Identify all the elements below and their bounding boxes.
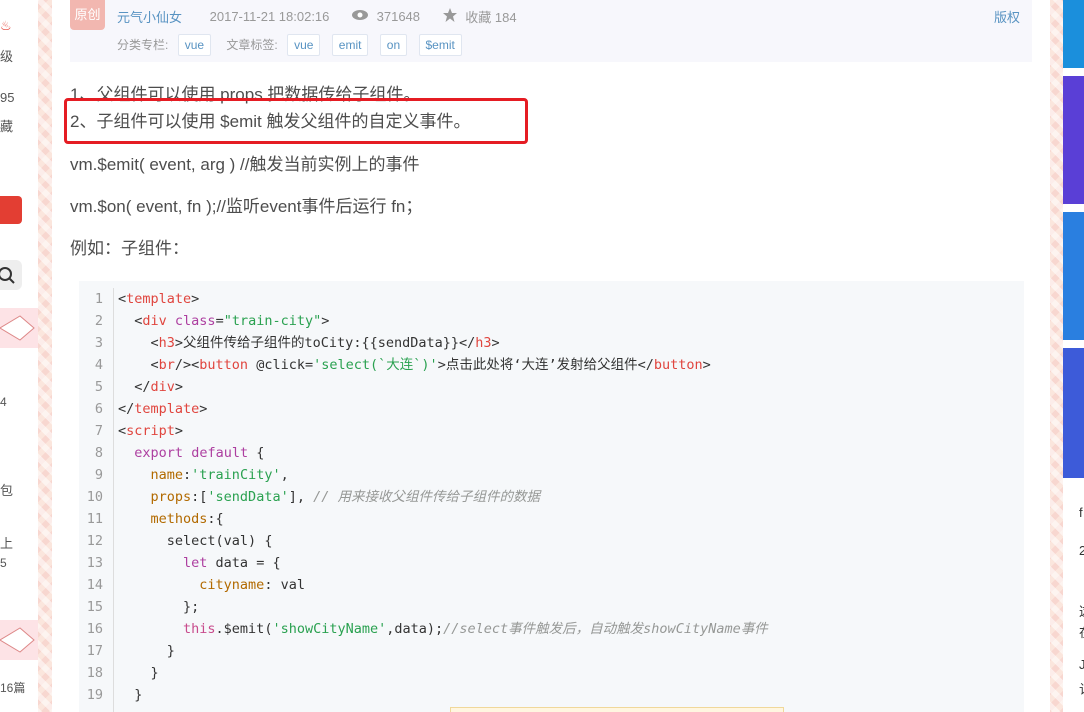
sidebar-text[interactable]: 这	[1079, 601, 1084, 620]
sidebar-text[interactable]: J	[1079, 657, 1084, 672]
sidebar-text[interactable]: 2	[1079, 543, 1084, 558]
code-line: }	[150, 665, 159, 681]
code-line: props:['sendData'], // 用来接收父组件传给子组件的数据	[150, 489, 540, 505]
view-count: 371648	[376, 9, 421, 24]
code-line: </template>	[118, 401, 208, 417]
copyright-link[interactable]: 版权	[994, 7, 1020, 26]
code-line: this.$emit('showCityName',data);//select…	[183, 621, 768, 637]
favorite-text: 藏	[0, 119, 14, 134]
ad-banner[interactable]	[1063, 212, 1084, 340]
stat-number: 95	[0, 90, 15, 105]
code-line: <template>	[118, 291, 200, 307]
highlight-box	[64, 98, 528, 144]
search-icon	[0, 267, 15, 284]
code-line: let data = {	[183, 555, 281, 571]
publish-date: 2017-11-21 18:02:16	[209, 9, 330, 24]
decor-banner	[0, 308, 38, 348]
bow-icon	[0, 627, 35, 653]
code-line: <script>	[118, 423, 184, 439]
line-number-gutter: 1 2 3 4 5 6 7 8 9 10 11 12 13 14 15 16 17 18 19	[79, 288, 114, 712]
code-line: cityname: val	[199, 577, 305, 593]
paragraph-5: 例如：子组件：	[70, 239, 189, 258]
follow-button[interactable]	[0, 196, 22, 224]
code-line: export default {	[134, 445, 265, 461]
article-tag[interactable]: emit	[331, 34, 369, 56]
favorite-count[interactable]: 收藏 184	[465, 7, 516, 26]
line-number: 11	[86, 511, 103, 527]
category-label: 分类专栏:	[117, 38, 169, 52]
line-number: 3	[94, 335, 103, 351]
eye-icon	[351, 9, 369, 24]
search-button[interactable]	[0, 260, 22, 290]
paragraph-3: vm.$emit( event, arg ) //触发当前实例上的事件	[70, 155, 420, 174]
code-line: name:'trainCity',	[150, 467, 289, 483]
line-number: 10	[86, 489, 103, 505]
code-line: <h3>父组件传给子组件的toCity:{{sendData}}</h3>	[118, 335, 500, 351]
line-number: 12	[86, 533, 103, 549]
line-number: 9	[94, 467, 103, 483]
code-block: 1 2 3 4 5 6 7 8 9 10 11 12 13 14 15 16 17 18 19 <template>…	[79, 281, 1024, 712]
line-number: 4	[94, 357, 103, 373]
line-number: 6	[94, 401, 103, 417]
line-number: 8	[94, 445, 103, 461]
sidebar-text[interactable]: 在	[1079, 622, 1084, 641]
ad-banner[interactable]	[1063, 76, 1084, 204]
level-text: 级	[0, 49, 14, 64]
flame-icon: ♨	[0, 18, 12, 33]
line-number: 1	[94, 291, 103, 307]
article-tag[interactable]: vue	[287, 34, 321, 56]
stat-number: 4	[0, 395, 7, 409]
tooltip-popup	[450, 707, 784, 712]
code-line: }	[134, 687, 143, 703]
code-line: </div>	[118, 379, 184, 395]
line-number: 14	[86, 577, 103, 593]
article-count: 16篇	[0, 681, 26, 695]
article-meta: 元气小仙女 2017-11-21 18:02:16 371648 收藏 184	[117, 7, 517, 25]
paragraph-4: vm.$on( event, fn );//监听event事件后运行 fn；	[70, 197, 423, 216]
article-main: 原创 元气小仙女 2017-11-21 18:02:16 371648 收藏 1…	[52, 0, 1050, 712]
sidebar-text: 上	[0, 536, 14, 551]
left-sidebar: ♨ 级 95 藏 4 包 上 5 16篇	[0, 0, 38, 712]
code-line: };	[183, 599, 200, 615]
sidebar-text[interactable]: 认	[1079, 679, 1084, 698]
code-line: select(val) {	[166, 533, 273, 549]
line-number: 15	[86, 599, 103, 615]
article-tag[interactable]: $emit	[418, 34, 462, 56]
sidebar-text[interactable]: f	[1079, 505, 1083, 520]
article-tags-label: 文章标签:	[226, 38, 278, 52]
decor-banner	[0, 620, 38, 660]
tags-row: 分类专栏: vue 文章标签: vue emit on $emit	[117, 34, 470, 56]
sidebar-text: 包	[0, 483, 14, 498]
line-number: 5	[94, 379, 103, 395]
line-number: 13	[86, 555, 103, 571]
line-number: 19	[86, 687, 103, 703]
bow-icon	[0, 315, 35, 341]
author-link[interactable]: 元气小仙女	[117, 7, 182, 26]
code-line: <div class="train-city">	[118, 313, 330, 329]
right-sidebar: f 2 这 在 J 认	[1063, 0, 1084, 712]
ad-banner[interactable]	[1063, 0, 1084, 68]
original-badge: 原创	[70, 0, 105, 30]
line-number: 16	[86, 621, 103, 637]
code-line: }	[166, 643, 175, 659]
code-line: methods:{	[150, 511, 224, 527]
line-number: 18	[86, 665, 103, 681]
line-number: 17	[86, 643, 103, 659]
code-line: <br/><button @click='select(`大连`)'>点击此处将…	[118, 357, 711, 373]
stat-number: 5	[0, 556, 7, 570]
ad-banner[interactable]	[1063, 348, 1084, 478]
category-tag[interactable]: vue	[177, 34, 212, 56]
code-lines: <template> <div class="train-city"> <h3>…	[118, 288, 768, 706]
star-icon[interactable]	[442, 7, 458, 26]
article-info-box: 原创 元气小仙女 2017-11-21 18:02:16 371648 收藏 1…	[70, 0, 1032, 62]
line-number: 7	[94, 423, 103, 439]
article-tag[interactable]: on	[379, 34, 408, 56]
line-number: 2	[94, 313, 103, 329]
